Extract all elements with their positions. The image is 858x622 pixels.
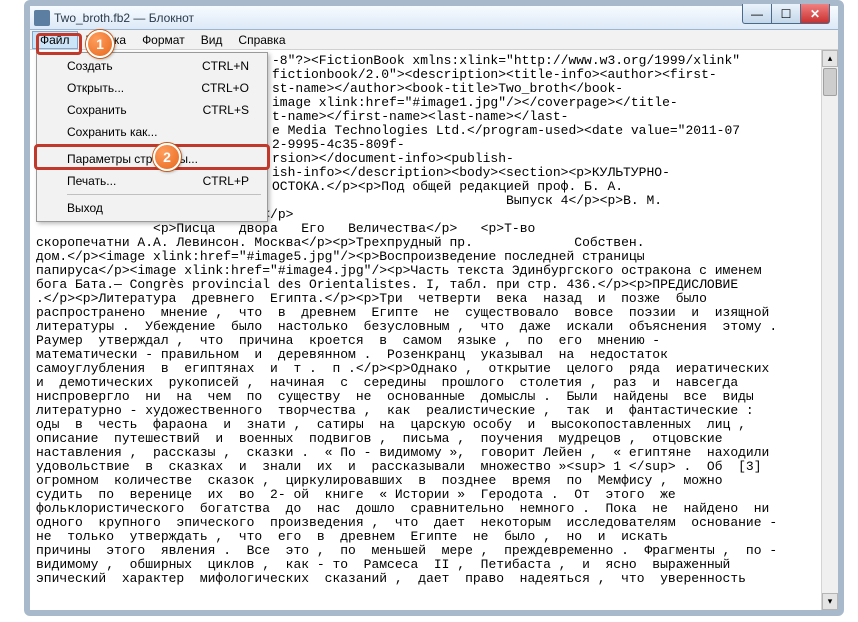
menu-page-setup[interactable]: Параметры страницы... — [39, 148, 265, 170]
menu-new[interactable]: Создать CTRL+N — [39, 55, 265, 77]
close-button[interactable]: ✕ — [800, 4, 830, 24]
menu-exit[interactable]: Выход — [39, 197, 265, 219]
menu-new-shortcut: CTRL+N — [202, 59, 249, 73]
menu-help[interactable]: Справка — [230, 31, 293, 49]
scroll-up-arrow-icon[interactable]: ▴ — [822, 50, 838, 67]
menu-print-shortcut: CTRL+P — [203, 174, 249, 188]
menu-print[interactable]: Печать... CTRL+P — [39, 170, 265, 192]
callout-1: 1 — [86, 30, 114, 58]
menubar: Файл Правка Формат Вид Справка — [30, 30, 838, 50]
callout-2: 2 — [153, 143, 181, 171]
menu-open-shortcut: CTRL+O — [201, 81, 249, 95]
text-block-2: </p><p>ПОВЕСТЬ О ДВУХ БРАТЬЯХ</p> <p>Пис… — [36, 208, 816, 586]
menu-view[interactable]: Вид — [193, 31, 231, 49]
file-dropdown: Создать CTRL+N Открыть... CTRL+O Сохранить… — [36, 52, 268, 222]
menu-save-shortcut: CTRL+S — [203, 103, 249, 117]
menu-format[interactable]: Формат — [134, 31, 193, 49]
menu-save[interactable]: Сохранить CTRL+S — [39, 99, 265, 121]
window-controls: — ☐ ✕ — [743, 4, 830, 24]
menu-separator — [67, 194, 261, 195]
titlebar: Two_broth.fb2 — Блокнот — [30, 6, 838, 30]
menu-file[interactable]: Файл — [32, 31, 78, 49]
menu-new-label: Создать — [67, 59, 113, 73]
minimize-button[interactable]: — — [742, 4, 772, 24]
scroll-thumb[interactable] — [823, 68, 837, 96]
window-title: Two_broth.fb2 — Блокнот — [54, 11, 194, 25]
scroll-down-arrow-icon[interactable]: ▾ — [822, 593, 838, 610]
vertical-scrollbar[interactable]: ▴ ▾ — [821, 50, 838, 610]
menu-open[interactable]: Открыть... CTRL+O — [39, 77, 265, 99]
menu-print-label: Печать... — [67, 174, 116, 188]
maximize-button[interactable]: ☐ — [771, 4, 801, 24]
menu-save-label: Сохранить — [67, 103, 127, 117]
menu-open-label: Открыть... — [67, 81, 124, 95]
menu-exit-label: Выход — [67, 201, 103, 215]
text-block-1: -8"?><FictionBook xmlns:xlink="http://ww… — [272, 54, 816, 208]
app-icon — [34, 10, 50, 26]
menu-save-as-label: Сохранить как... — [67, 125, 157, 139]
menu-save-as[interactable]: Сохранить как... — [39, 121, 265, 143]
